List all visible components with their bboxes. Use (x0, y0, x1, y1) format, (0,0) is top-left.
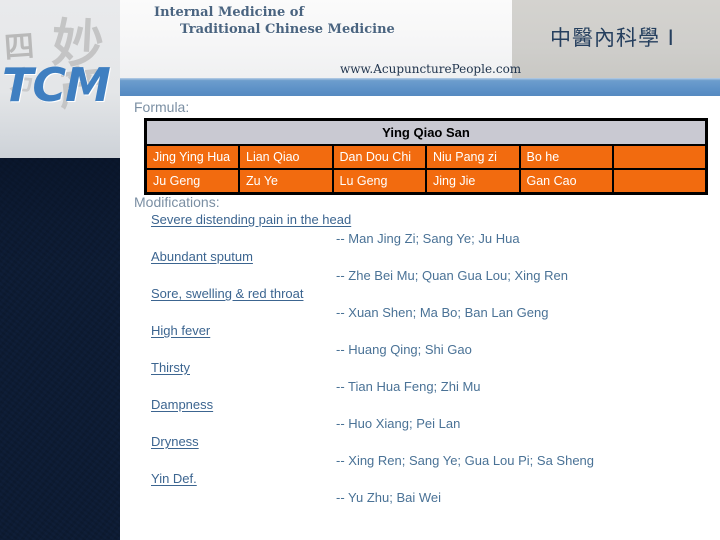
herb-cell: Lu Geng (331, 168, 427, 195)
modification-term[interactable]: Abundant sputum (151, 249, 253, 264)
formula-table: Ying Qiao San Jing Ying Hua Lian Qiao Da… (144, 118, 708, 195)
herb-cell: Dan Dou Chi (331, 144, 427, 170)
modifications-list: Severe distending pain in the head -- Ma… (120, 212, 720, 508)
modification-herbs: -- Xing Ren; Sang Ye; Gua Lou Pi; Sa She… (336, 453, 595, 468)
modification-term[interactable]: Thirsty (151, 360, 190, 375)
website-url: www.AcupuncturePeople.com (340, 62, 522, 76)
herb-cell: Jing Ying Hua (144, 144, 240, 170)
list-item: Dampness -- Huo Xiang; Pei Lan (120, 397, 720, 434)
course-title-line2: Traditional Chinese Medicine (180, 21, 395, 37)
herb-cell: Bo he (518, 144, 614, 170)
modification-herbs: -- Huang Qing; Shi Gao (336, 342, 472, 357)
modification-term[interactable]: Dampness (151, 397, 213, 412)
modification-herbs: -- Man Jing Zi; Sang Ye; Ju Hua (336, 231, 520, 246)
herb-cell: Lian Qiao (238, 144, 334, 170)
formula-label: Formula: (134, 99, 190, 115)
modifications-label: Modifications: (134, 194, 220, 210)
list-item: Severe distending pain in the head -- Ma… (120, 212, 720, 249)
herb-cell: Ju Geng (144, 168, 240, 195)
table-row: Jing Ying Hua Lian Qiao Dan Dou Chi Niu … (144, 144, 708, 170)
course-title-chinese: 中醫內科學 I (550, 26, 675, 50)
list-item: Abundant sputum -- Zhe Bei Mu; Quan Gua … (120, 249, 720, 286)
modification-herbs: -- Tian Hua Feng; Zhi Mu (336, 379, 481, 394)
header-blue-divider-bar (120, 78, 720, 96)
list-item: Yin Def. -- Yu Zhu; Bai Wei (120, 471, 720, 508)
photo-shadow-overlay (0, 150, 120, 270)
list-item: Dryness -- Xing Ren; Sang Ye; Gua Lou Pi… (120, 434, 720, 471)
modification-herbs: -- Huo Xiang; Pei Lan (336, 416, 461, 431)
course-title-english: Internal Medicine of Traditional Chinese… (154, 6, 395, 36)
herb-cell-empty (612, 144, 708, 170)
sidebar-decorative-image: 四 妙 产 方 TCM (0, 0, 120, 540)
modification-term[interactable]: Dryness (151, 434, 199, 449)
modification-herbs: -- Xuan Shen; Ma Bo; Ban Lan Geng (336, 305, 549, 320)
list-item: Sore, swelling & red throat -- Xuan Shen… (120, 286, 720, 323)
table-header-row: Ying Qiao San (144, 118, 708, 146)
modification-herbs: -- Zhe Bei Mu; Quan Gua Lou; Xing Ren (336, 268, 568, 283)
herb-cell: Jing Jie (425, 168, 521, 195)
modification-term[interactable]: High fever (151, 323, 210, 338)
list-item: Thirsty -- Tian Hua Feng; Zhi Mu (120, 360, 720, 397)
formula-name-header: Ying Qiao San (144, 118, 708, 146)
herb-cell: Gan Cao (518, 168, 614, 195)
modification-term[interactable]: Sore, swelling & red throat (151, 286, 303, 301)
herb-cell: Niu Pang zi (425, 144, 521, 170)
table-row: Ju Geng Zu Ye Lu Geng Jing Jie Gan Cao (144, 168, 708, 195)
modification-term[interactable]: Severe distending pain in the head (151, 212, 351, 227)
tcm-logo: TCM (2, 58, 111, 112)
slide-content: Formula: Ying Qiao San Jing Ying Hua Lia… (120, 96, 720, 540)
course-title-line1: Internal Medicine of (154, 5, 305, 20)
list-item: High fever -- Huang Qing; Shi Gao (120, 323, 720, 360)
page-header: Internal Medicine of Traditional Chinese… (120, 0, 720, 78)
herb-cell: Zu Ye (238, 168, 334, 195)
modification-term[interactable]: Yin Def. (151, 471, 197, 486)
modification-herbs: -- Yu Zhu; Bai Wei (336, 490, 442, 505)
herb-cell-empty (612, 168, 708, 195)
